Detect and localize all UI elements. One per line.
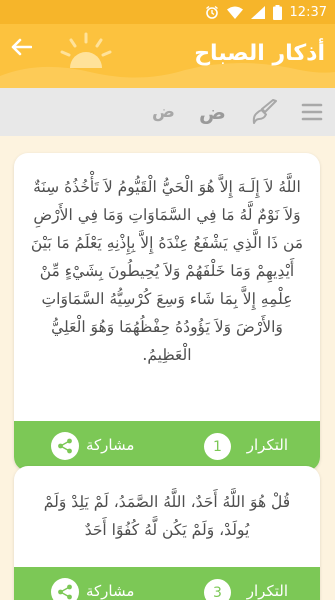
- signal-icon: [250, 5, 265, 19]
- share-icon: [58, 584, 72, 600]
- font-increase-button[interactable]: ض: [199, 96, 226, 128]
- repeat-label: التكرار: [246, 436, 288, 454]
- hamburger-menu-icon: [301, 103, 323, 121]
- share-button[interactable]: [51, 432, 79, 460]
- font-decrease-button[interactable]: ض: [152, 96, 175, 128]
- repeat-label: التكرار: [246, 582, 288, 600]
- dhikr-text: قُلْ هُوَ اللَّهُ أَحَدٌ، اللَّهُ الصَّم…: [43, 493, 291, 539]
- status-bar: 12:37: [0, 0, 335, 24]
- wifi-icon: [226, 6, 243, 19]
- brush-button[interactable]: [250, 96, 280, 128]
- card-footer: التكرار 3 مشاركة: [14, 567, 320, 600]
- back-button[interactable]: [6, 32, 36, 62]
- app-header: أذكار الصباح: [0, 24, 335, 88]
- share-label[interactable]: مشاركة: [86, 582, 134, 600]
- repeat-count[interactable]: 1: [204, 433, 231, 460]
- battery-icon: [272, 4, 282, 20]
- share-label[interactable]: مشاركة: [86, 436, 134, 454]
- dhikr-card: قُلْ هُوَ اللَّهُ أَحَدٌ، اللَّهُ الصَّم…: [14, 466, 320, 600]
- menu-button[interactable]: [298, 96, 326, 128]
- share-icon: [58, 438, 72, 454]
- status-time: 12:37: [289, 4, 327, 20]
- page-title: أذكار الصباح: [194, 41, 325, 66]
- dhikr-text: اللَّهُ لاَ إِلَـهَ إِلاَّ هُوَ الْحَيُّ…: [30, 178, 304, 364]
- dhikr-card: اللَّهُ لاَ إِلَـهَ إِلاَّ هُوَ الْحَيُّ…: [14, 153, 320, 471]
- text-toolbar: ض ض: [0, 88, 335, 136]
- share-button[interactable]: [51, 578, 79, 600]
- arrow-left-icon: [11, 38, 32, 56]
- alarm-icon: [205, 5, 218, 19]
- repeat-count[interactable]: 3: [204, 579, 231, 600]
- sun-icon: [60, 32, 112, 68]
- brush-icon: [252, 99, 277, 124]
- card-footer: التكرار 1 مشاركة: [14, 421, 320, 471]
